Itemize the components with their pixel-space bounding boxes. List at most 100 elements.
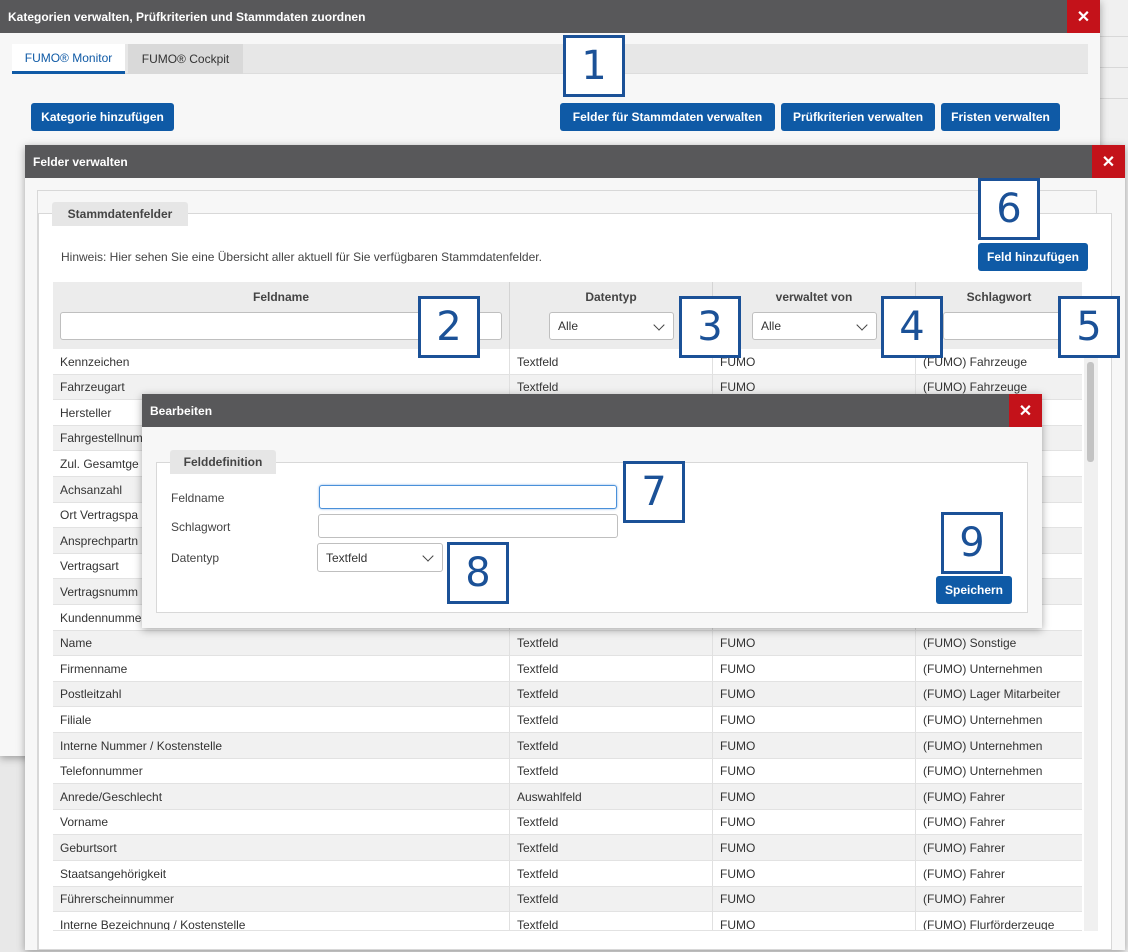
cell-datentyp: Textfeld — [510, 733, 713, 758]
filter-verwaltet-von-value: Alle — [761, 319, 782, 333]
field-definition-legend: Felddefinition — [170, 450, 276, 474]
manage-criteria-label: Prüfkriterien verwalten — [792, 110, 924, 124]
cell-verwaltet-von: FUMO — [713, 809, 916, 835]
filter-datentyp-select[interactable]: Alle — [549, 312, 674, 340]
product-tabs: FUMO® Monitor FUMO® Cockpit — [12, 44, 1088, 74]
cell-datentyp: Textfeld — [510, 707, 713, 733]
category-dialog-close-button[interactable]: ✕ — [1067, 0, 1100, 33]
fields-dialog-close-button[interactable]: ✕ — [1092, 145, 1125, 178]
table-row[interactable]: Telefonnummer Textfeld FUMO (FUMO) Unter… — [53, 758, 1082, 785]
cell-schlagwort: (FUMO) Fahrer — [923, 789, 1005, 804]
category-dialog-titlebar: Kategorien verwalten, Prüfkriterien und … — [0, 0, 1100, 33]
data-type-label: Datentyp — [171, 551, 220, 565]
table-row[interactable]: Filiale Textfeld FUMO (FUMO) Unternehmen — [53, 707, 1082, 733]
callout-9: 9 — [941, 512, 1003, 574]
table-row[interactable]: Anrede/Geschlecht Auswahlfeld FUMO (FUMO… — [53, 784, 1082, 810]
table-row[interactable]: Firmenname Textfeld FUMO (FUMO) Unterneh… — [53, 656, 1082, 682]
table-row[interactable]: Geburtsort Textfeld FUMO (FUMO) Fahrer — [53, 835, 1082, 861]
cell-feldname: Name — [53, 630, 510, 656]
keyword-label: Schlagwort — [171, 520, 231, 534]
cell-datentyp: Textfeld — [510, 809, 713, 835]
cell-feldname: Filiale — [53, 707, 510, 733]
cell-feldname: Telefonnummer — [53, 758, 510, 784]
edit-dialog-close-button[interactable]: ✕ — [1009, 394, 1042, 427]
filter-datentyp-value: Alle — [558, 319, 579, 333]
table-scrollbar-thumb[interactable] — [1087, 362, 1094, 462]
cell-datentyp: Textfeld — [510, 656, 713, 682]
table-row[interactable]: Name Textfeld FUMO (FUMO) Sonstige — [53, 630, 1082, 657]
cell-datentyp: Textfeld — [510, 681, 713, 707]
chevron-down-icon — [422, 550, 434, 562]
manage-criteria-button[interactable]: Prüfkriterien verwalten — [781, 103, 935, 131]
filter-verwaltet-von-select[interactable]: Alle — [752, 312, 877, 340]
cell-feldname: Postleitzahl — [53, 681, 510, 707]
save-button[interactable]: Speichern — [936, 576, 1012, 604]
cell-datentyp: Textfeld — [510, 861, 713, 886]
table-row[interactable]: Staatsangehörigkeit Textfeld FUMO (FUMO)… — [53, 861, 1082, 887]
cell-verwaltet-von: FUMO — [713, 733, 916, 758]
cell-verwaltet-von: FUMO — [713, 656, 916, 682]
callout-4: 4 — [881, 296, 943, 358]
cell-feldname: Geburtsort — [53, 835, 510, 861]
cell-feldname: Interne Bezeichnung / Kostenstelle — [53, 912, 510, 931]
callout-5: 5 — [1058, 296, 1120, 358]
cell-feldname: Vorname — [53, 809, 510, 835]
cell-verwaltet-von: FUMO — [713, 861, 916, 886]
cell-verwaltet-von: FUMO — [713, 835, 916, 861]
callout-6: 6 — [978, 178, 1040, 240]
cell-schlagwort: (FUMO) Unternehmen — [923, 661, 1043, 676]
cell-schlagwort: (FUMO) Fahrer — [923, 892, 1005, 907]
cell-schlagwort: (FUMO) Unternehmen — [923, 738, 1043, 753]
filter-schlagwort-input[interactable] — [943, 312, 1073, 340]
callout-1: 1 — [563, 35, 625, 97]
fields-dialog-title: Felder verwalten — [33, 154, 128, 169]
cell-verwaltet-von: FUMO — [713, 681, 916, 707]
legend-text: Felddefinition — [183, 455, 263, 469]
keyword-input[interactable] — [318, 514, 618, 538]
add-field-button[interactable]: Feld hinzufügen — [978, 243, 1088, 271]
manage-master-fields-label: Felder für Stammdaten verwalten — [572, 110, 763, 124]
close-icon: ✕ — [1101, 153, 1116, 171]
add-field-label: Feld hinzufügen — [987, 250, 1079, 264]
table-row[interactable]: Führerscheinnummer Textfeld FUMO (FUMO) … — [53, 886, 1082, 913]
cell-feldname: Führerscheinnummer — [53, 886, 510, 912]
tab-label: FUMO® Cockpit — [141, 52, 230, 66]
add-category-label: Kategorie hinzufügen — [41, 110, 164, 124]
manage-deadlines-label: Fristen verwalten — [951, 110, 1050, 124]
tab-fumo-monitor[interactable]: FUMO® Monitor — [12, 44, 125, 74]
table-row[interactable]: Vorname Textfeld FUMO (FUMO) Fahrer — [53, 809, 1082, 836]
edit-dialog-titlebar: Bearbeiten — [142, 394, 1042, 427]
field-name-label: Feldname — [171, 491, 225, 505]
legend-text: Stammdatenfelder — [67, 207, 173, 221]
field-name-input[interactable] — [319, 485, 617, 509]
callout-3: 3 — [679, 296, 741, 358]
manage-master-fields-button[interactable]: Felder für Stammdaten verwalten — [560, 103, 775, 131]
category-dialog-title: Kategorien verwalten, Prüfkriterien und … — [8, 9, 366, 24]
table-row[interactable]: Postleitzahl Textfeld FUMO (FUMO) Lager … — [53, 681, 1082, 708]
manage-deadlines-button[interactable]: Fristen verwalten — [941, 103, 1060, 131]
cell-verwaltet-von: FUMO — [713, 886, 916, 912]
cell-schlagwort: (FUMO) Unternehmen — [923, 764, 1043, 779]
table-row[interactable]: Interne Nummer / Kostenstelle Textfeld F… — [53, 733, 1082, 759]
cell-verwaltet-von: FUMO — [713, 630, 916, 656]
table-row[interactable]: Interne Bezeichnung / Kostenstelle Textf… — [53, 912, 1082, 932]
cell-datentyp: Textfeld — [510, 886, 713, 912]
cell-verwaltet-von: FUMO — [713, 784, 916, 810]
cell-datentyp: Auswahlfeld — [510, 784, 713, 810]
cell-feldname: Firmenname — [53, 656, 510, 682]
close-icon: ✕ — [1076, 8, 1091, 26]
master-fields-legend: Stammdatenfelder — [52, 202, 188, 226]
cell-verwaltet-von: FUMO — [713, 912, 916, 931]
tab-fumo-cockpit[interactable]: FUMO® Cockpit — [128, 44, 243, 74]
cell-verwaltet-von: FUMO — [713, 707, 916, 733]
cell-schlagwort: (FUMO) Flurförderzeuge — [923, 917, 1055, 932]
table-scrollbar[interactable] — [1084, 356, 1098, 931]
cell-datentyp: Textfeld — [510, 758, 713, 784]
cell-verwaltet-von: FUMO — [713, 758, 916, 784]
callout-7: 7 — [623, 461, 685, 523]
cell-feldname: Staatsangehörigkeit — [53, 861, 510, 886]
add-category-button[interactable]: Kategorie hinzufügen — [31, 103, 174, 131]
chevron-down-icon — [856, 319, 868, 331]
data-type-select[interactable]: Textfeld — [317, 543, 443, 572]
tab-label: FUMO® Monitor — [24, 50, 113, 65]
